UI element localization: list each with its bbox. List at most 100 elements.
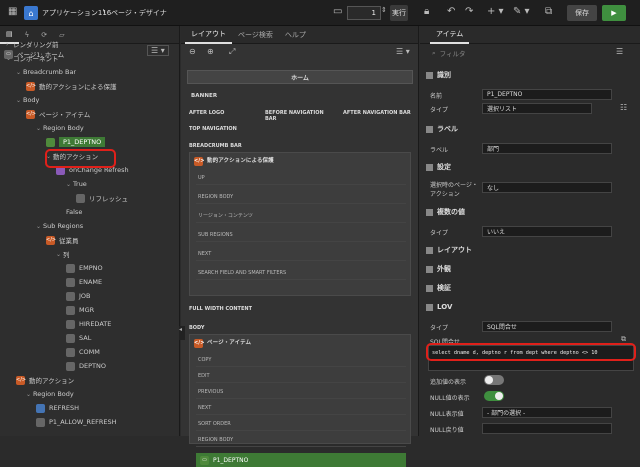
- tree-item[interactable]: MGR: [66, 304, 94, 316]
- tree-item[interactable]: ⌄Region Body: [36, 122, 84, 134]
- page-icon[interactable]: ▭: [333, 6, 342, 17]
- tree-item[interactable]: JOB: [66, 290, 91, 302]
- section-settings[interactable]: 設定: [426, 160, 451, 174]
- section-multiple[interactable]: 複数の値: [426, 205, 465, 219]
- tree-item[interactable]: ⌄コンポーネント: [6, 52, 59, 64]
- tree-item[interactable]: REFRESH: [36, 402, 79, 414]
- section-label[interactable]: ラベル: [426, 122, 458, 136]
- extra-toggle[interactable]: [484, 375, 504, 385]
- chevron-down-icon[interactable]: ⌄: [26, 391, 33, 398]
- region-slot[interactable]: SORT ORDER: [196, 417, 406, 431]
- before-nav-slot[interactable]: BEFORE NAVIGATION BAR: [263, 106, 338, 120]
- chevron-down-icon[interactable]: ⌄: [36, 223, 43, 230]
- section-appearance[interactable]: 外観: [426, 262, 451, 276]
- tree-item[interactable]: ⌄Body: [16, 94, 39, 106]
- chevron-down-icon[interactable]: ⌄: [6, 55, 13, 62]
- null-display-toggle[interactable]: [484, 391, 504, 401]
- tree-item[interactable]: ⌄Sub Regions: [36, 220, 83, 232]
- region-slot[interactable]: NEXT: [196, 247, 406, 261]
- tree-item[interactable]: ⌄Breadcrumb Bar: [16, 66, 76, 78]
- app-icon[interactable]: ⌂: [24, 6, 38, 20]
- region-slot[interactable]: SUB REGIONS: [196, 228, 406, 242]
- after-nav-slot[interactable]: AFTER NAVIGATION BAR: [341, 106, 417, 120]
- name-field[interactable]: P1_DEPTNO: [482, 89, 612, 100]
- page-stepper-icon[interactable]: ⇕: [381, 6, 387, 14]
- add-icon[interactable]: + ▾: [487, 6, 504, 17]
- section-identification[interactable]: 識別: [426, 68, 451, 82]
- page-number-input[interactable]: 1: [347, 6, 381, 20]
- tree-item[interactable]: EMPNO: [66, 262, 103, 274]
- shared-components-icon[interactable]: ⧉: [545, 6, 552, 17]
- section-layout[interactable]: レイアウト: [426, 243, 472, 257]
- tree-menu-button[interactable]: ☰ ▾: [147, 45, 169, 56]
- label-field[interactable]: 部門: [482, 143, 612, 154]
- region-slot[interactable]: COPY: [196, 353, 406, 367]
- region-slot[interactable]: PREVIOUS: [196, 385, 406, 399]
- expand-icon[interactable]: ⤢: [229, 47, 235, 57]
- save-button[interactable]: 保存: [567, 5, 597, 21]
- tree-item[interactable]: SAL: [66, 332, 91, 344]
- item-p1-deptno[interactable]: ▭P1_DEPTNO: [196, 453, 406, 467]
- redo-icon[interactable]: ↷: [465, 6, 473, 17]
- tree-item[interactable]: DEPTNO: [66, 360, 106, 372]
- tree-item[interactable]: </>ページ・アイテム: [26, 108, 90, 120]
- tab-help[interactable]: ヘルプ: [279, 26, 312, 44]
- chevron-right-icon[interactable]: ›: [6, 41, 13, 48]
- chevron-down-icon[interactable]: ⌄: [16, 97, 23, 104]
- chevron-down-icon[interactable]: ⌄: [66, 181, 73, 188]
- region-slot[interactable]: EDIT: [196, 369, 406, 383]
- top-nav-slot[interactable]: TOP NAVIGATION: [187, 124, 239, 134]
- region-slot[interactable]: REGION BODY: [196, 190, 406, 204]
- null-value-field[interactable]: - 部門の選択 -: [482, 407, 612, 418]
- run-button[interactable]: ▶: [602, 5, 626, 21]
- tree-item[interactable]: HIREDATE: [66, 318, 111, 330]
- undo-icon[interactable]: ↶: [447, 6, 455, 17]
- lov-type-select[interactable]: SQL問合せ: [482, 321, 612, 332]
- tab-layout[interactable]: レイアウト: [185, 26, 232, 44]
- zoom-in-icon[interactable]: ⊕: [207, 47, 214, 56]
- type-select[interactable]: 選択リスト: [482, 103, 592, 114]
- tree-item[interactable]: </>動的アクションによる保護: [26, 80, 116, 92]
- tree-item[interactable]: ⌄列: [56, 248, 70, 260]
- tab-item[interactable]: アイテム: [430, 26, 469, 44]
- zoom-out-icon[interactable]: ⊖: [189, 47, 196, 56]
- tree-item[interactable]: </>動的アクション: [16, 374, 74, 386]
- tree-item[interactable]: False: [66, 206, 82, 218]
- tree-item[interactable]: ENAME: [66, 276, 102, 288]
- filter-input[interactable]: ⌕フィルタ: [432, 47, 612, 59]
- grid-menu-icon[interactable]: ▦: [8, 6, 17, 17]
- region-slot[interactable]: リージョン・コンテンツ: [196, 209, 406, 223]
- region-slot[interactable]: SEARCH FIELD AND SMART FILTERS: [196, 266, 406, 280]
- after-logo-slot[interactable]: AFTER LOGO: [187, 106, 259, 120]
- section-validation[interactable]: 検証: [426, 281, 451, 295]
- chevron-down-icon[interactable]: ⌄: [56, 251, 63, 258]
- chevron-down-icon[interactable]: ⌄: [36, 125, 43, 132]
- tree-item[interactable]: </>従業員: [46, 234, 79, 246]
- tree-item[interactable]: COMM: [66, 346, 100, 358]
- region-slot[interactable]: UP: [196, 171, 406, 185]
- multi-type-select[interactable]: いいえ: [482, 226, 612, 237]
- region-slot[interactable]: REGION BODY: [196, 433, 406, 447]
- tab-page-search[interactable]: ページ検索: [232, 26, 279, 44]
- lock-icon[interactable]: 🔒︎: [424, 6, 429, 17]
- home-bar[interactable]: ホーム: [187, 70, 413, 84]
- page-action-select[interactable]: なし: [482, 182, 612, 193]
- go-button[interactable]: 実行: [390, 5, 408, 21]
- region-slot[interactable]: NEXT: [196, 401, 406, 415]
- collapse-handle[interactable]: ◂: [179, 326, 185, 340]
- chevron-down-icon[interactable]: ⌄: [16, 69, 23, 76]
- null-return-field[interactable]: [482, 423, 612, 434]
- tree-item[interactable]: ⌄True: [66, 178, 87, 190]
- section-lov[interactable]: LOV: [426, 300, 452, 314]
- region-dynamic-action-protect[interactable]: </>動的アクションによる保護 UPREGION BODYリージョン・コンテンツ…: [189, 152, 411, 296]
- tree-item[interactable]: P1_ALLOW_REFRESH: [36, 416, 117, 428]
- layout-menu-icon[interactable]: ☰ ▾: [396, 47, 410, 56]
- tree-item[interactable]: ›レンダリング前: [6, 38, 59, 50]
- list-icon[interactable]: ☷: [620, 103, 627, 112]
- region-page-items[interactable]: </>ページ・アイテム COPYEDITPREVIOUSNEXTSORT ORD…: [189, 334, 411, 444]
- tree-item[interactable]: P1_DEPTNO: [46, 136, 105, 148]
- tree-item[interactable]: ⌄Region Body: [26, 388, 74, 400]
- tree-item[interactable]: リフレッシュ: [76, 192, 128, 204]
- breadcrumb-app[interactable]: アプリケーション116: [42, 8, 111, 18]
- property-menu-icon[interactable]: ☰: [616, 47, 623, 56]
